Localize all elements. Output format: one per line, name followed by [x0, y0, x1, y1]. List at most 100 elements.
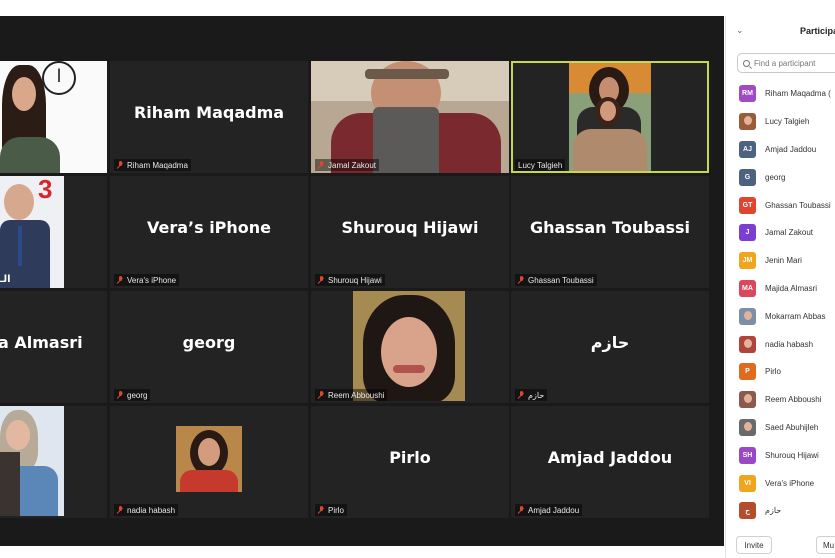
panel-header: ⌄ Participa: [726, 16, 835, 46]
participant-name: Shurouq Hijawi: [765, 450, 819, 460]
arabic-strip: الـ: [0, 274, 11, 285]
video-tile-14[interactable]: nadia habash: [110, 406, 308, 518]
tile-display-name: georg: [182, 333, 236, 352]
participant-video-two-women: [569, 63, 651, 171]
video-tile-5[interactable]: 3 الـ: [0, 176, 107, 288]
video-tile-10[interactable]: georg georg: [110, 291, 308, 403]
participant-row[interactable]: Lucy Talgieh: [726, 108, 835, 136]
video-tile-2[interactable]: Riham Maqadma Riham Maqadma: [110, 61, 308, 173]
chevron-down-icon[interactable]: ⌄: [736, 26, 744, 35]
muted-mic-icon: [318, 391, 325, 399]
tile-name-label: Riham Maqadma: [114, 159, 191, 171]
tile-name-label: Reem Abboushi: [315, 389, 388, 401]
mute-all-button[interactable]: Mu: [816, 536, 835, 554]
participant-row[interactable]: ح حازم: [726, 497, 835, 525]
participant-row[interactable]: VI Vera's iPhone: [726, 469, 835, 497]
video-tile-12[interactable]: حازم حازم: [511, 291, 709, 403]
participant-photo-avatar: [739, 335, 756, 353]
participant-photo-nadia: [176, 426, 242, 492]
participant-row[interactable]: Mokarram Abbas: [726, 302, 835, 330]
participant-video-older-man: [311, 61, 509, 173]
participant-photo-avatar: [739, 113, 756, 131]
video-tile-11[interactable]: Reem Abboushi: [311, 291, 509, 403]
sweatshirt-shape: [573, 129, 647, 171]
participant-row[interactable]: P Pirlo: [726, 358, 835, 386]
tile-display-name: Pirlo: [389, 448, 431, 467]
participant-row[interactable]: RM Riham Maqadma (: [726, 80, 835, 108]
face-shape: [198, 438, 220, 466]
participant-row[interactable]: Ggeorg: [726, 163, 835, 191]
participant-row[interactable]: nadia habash: [726, 330, 835, 358]
participant-name: nadia habash: [765, 339, 814, 349]
participant-photo-avatar: [739, 307, 756, 325]
avatar-face-shape: [744, 421, 752, 431]
muted-mic-icon: [117, 161, 124, 169]
participant-name: Lucy Talgieh: [765, 117, 810, 127]
face-shape: [6, 420, 30, 450]
participant-video-woman-hijab: [0, 406, 64, 516]
participant-name: Vera's iPhone: [765, 478, 815, 488]
muted-mic-icon: [117, 391, 124, 399]
video-tile-7[interactable]: Shurouq Hijawi Shurouq Hijawi: [311, 176, 509, 288]
participant-name: georg: [765, 172, 786, 182]
muted-mic-icon: [518, 506, 525, 514]
tile-name-label: georg: [114, 389, 151, 401]
muted-mic-icon: [318, 161, 325, 169]
participant-row[interactable]: AJ Amjad Jaddou: [726, 136, 835, 164]
muted-mic-icon: [518, 276, 525, 284]
participant-row[interactable]: SH Shurouq Hijawi: [726, 441, 835, 469]
participant-row[interactable]: MA Majida Almasri: [726, 275, 835, 303]
muted-mic-icon: [117, 276, 124, 284]
participant-initials-avatar: P: [739, 363, 756, 381]
participant-initials-avatar: ح: [739, 502, 756, 520]
participant-name: Ghassan Toubassi: [765, 200, 831, 210]
muted-mic-icon: [117, 506, 124, 514]
participant-initials-avatar: VI: [739, 474, 756, 492]
participant-search[interactable]: [737, 53, 835, 73]
tile-name-label: Jamal Zakout: [315, 159, 380, 171]
participant-name: Jamal Zakout: [765, 228, 814, 238]
participant-name: حازم: [765, 506, 782, 516]
participant-row[interactable]: GT Ghassan Toubassi: [726, 191, 835, 219]
video-tile-4-active-speaker[interactable]: Lucy Talgieh: [511, 61, 709, 173]
circle-badge: ا: [42, 61, 76, 95]
participant-row[interactable]: J Jamal Zakout: [726, 219, 835, 247]
panel-title: Participa: [800, 26, 835, 36]
participant-name: Amjad Jaddou: [765, 144, 817, 154]
participant-row[interactable]: Reem Abboushi: [726, 386, 835, 414]
vest-shape: [373, 107, 439, 173]
muted-mic-icon: [318, 276, 325, 284]
tile-name-label: Vera's iPhone: [114, 274, 180, 286]
tile-display-name: Shurouq Hijawi: [341, 218, 479, 237]
video-tile-15[interactable]: Pirlo Pirlo: [311, 406, 509, 518]
red-top-shape: [180, 470, 238, 492]
video-tile-1[interactable]: ا: [0, 61, 107, 173]
face-shape: [381, 317, 437, 387]
search-input[interactable]: [754, 58, 834, 68]
video-tile-13[interactable]: [0, 406, 107, 518]
participant-photo-avatar: [739, 391, 756, 409]
participant-initials-avatar: G: [739, 168, 756, 186]
participant-initials-avatar: SH: [739, 446, 756, 464]
participant-initials-avatar: AJ: [739, 140, 756, 158]
participant-initials-avatar: GT: [739, 196, 756, 214]
participant-initials-avatar: MA: [739, 279, 756, 297]
tile-name-label: Amjad Jaddou: [515, 504, 583, 516]
video-tile-6[interactable]: Vera’s iPhone Vera's iPhone: [110, 176, 308, 288]
tile-display-name: Ghassan Toubassi: [529, 218, 691, 237]
participant-row[interactable]: Saed Abuhijleh: [726, 414, 835, 442]
video-tile-9[interactable]: a Almasri: [0, 291, 107, 403]
video-tile-16[interactable]: Amjad Jaddou Amjad Jaddou: [511, 406, 709, 518]
participant-row[interactable]: JM Jenin Mari: [726, 247, 835, 275]
tile-name-label: Shurouq Hijawi: [315, 274, 385, 286]
invite-button[interactable]: Invite: [736, 536, 772, 554]
face-shape: [4, 184, 34, 220]
muted-mic-icon: [318, 506, 325, 514]
video-gallery: ا Riham Maqadma Riham Maqadma Jamal Zako…: [0, 16, 724, 546]
avatar-face-shape: [744, 338, 752, 348]
video-tile-8[interactable]: Ghassan Toubassi Ghassan Toubassi: [511, 176, 709, 288]
video-tile-3[interactable]: Jamal Zakout: [311, 61, 509, 173]
participant-name: Saed Abuhijleh: [765, 422, 819, 432]
participant-name: Riham Maqadma (: [765, 89, 831, 99]
tile-display-name: Amjad Jaddou: [547, 448, 673, 467]
